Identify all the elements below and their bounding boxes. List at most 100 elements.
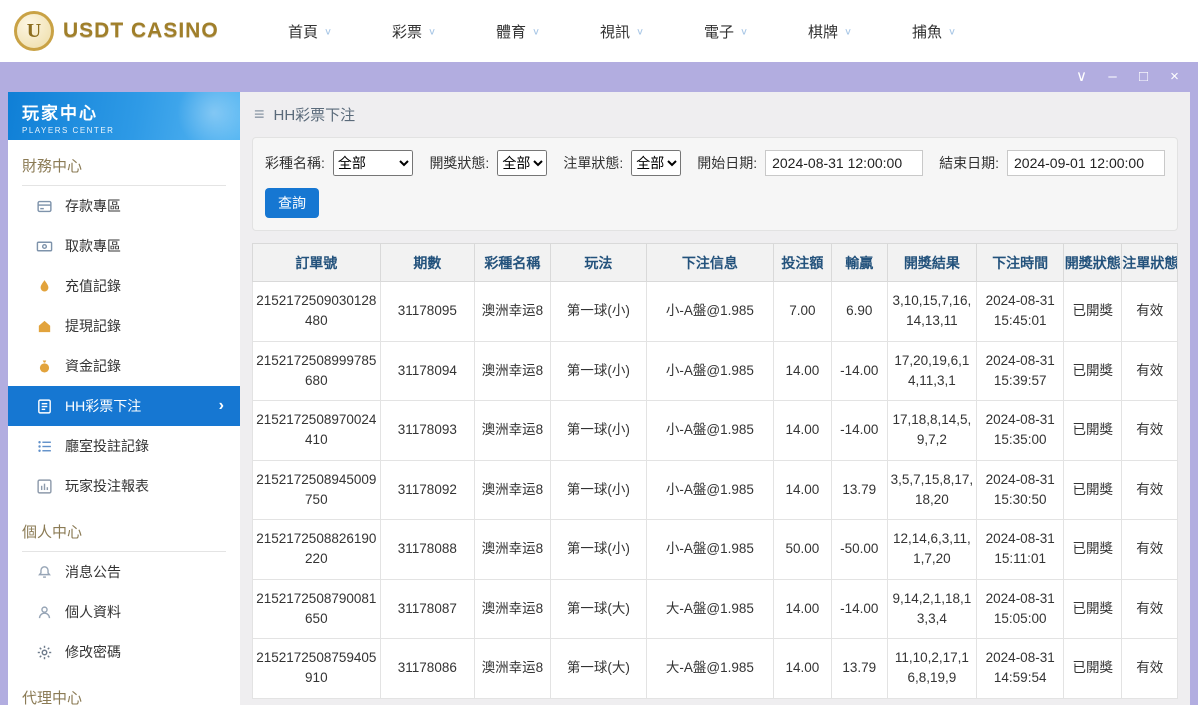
sidebar-item-change-password[interactable]: 修改密碼 [8,632,240,672]
sidebar-item-label: 消息公告 [65,564,121,580]
lottery-filter-label: 彩種名稱: [265,155,325,171]
nav-item-egames[interactable]: 電子 ∨ [674,21,778,42]
start-date-input[interactable] [765,150,924,176]
nav-item-sports[interactable]: 體育 ∨ [466,21,570,42]
column-header: 訂單號 [252,243,381,282]
nav-item-label: 捕魚 [911,23,942,41]
nav-item-home[interactable]: 首頁 ∨ [258,21,362,42]
table-cell: 已開獎 [1063,638,1123,699]
table-container: 訂單號 期數 彩種名稱 玩法 下注信息 投注額 輸贏 開獎結果 下注時間 開獎狀態 注單狀態 215… [252,243,1178,699]
nav-item-video[interactable]: 視訊 ∨ [570,21,674,42]
table-cell: 2152172508970024410 [252,400,381,461]
nav-item-label: 首頁 [287,23,318,41]
bet-status-filter-label: 注單狀態: [563,155,624,171]
nav-item-label: 電子 [703,23,734,41]
menu-toggle-icon[interactable]: ≡ [254,104,265,125]
table-cell: 有效 [1121,281,1178,342]
sidebar-item-funds-record[interactable]: 資金記錄 [8,346,240,386]
sidebar-item-deposit-zone[interactable]: 存款專區 [8,186,240,226]
table-cell: 31178087 [379,578,475,639]
table-cell: 澳洲幸运8 [473,578,551,639]
table-cell: 有效 [1121,459,1178,520]
sidebar-item-profile[interactable]: 個人資料 [8,592,240,632]
section-header-label: 代理中心 [22,687,226,705]
table-cell: 有效 [1121,400,1178,461]
sidebar-item-label: 玩家投注報表 [65,478,149,494]
chevron-down-icon: ∨ [947,26,957,37]
bets-table-body: 2152172509030128480 31178095 澳洲幸运8 第一球(小) 小-… [252,281,1178,699]
table-cell: 小-A盤@1.985 [646,459,774,520]
sidebar-item-label: 廳室投註記錄 [65,438,149,454]
nav-item-chess[interactable]: 棋牌 ∨ [778,21,882,42]
table-cell: 50.00 [772,519,833,580]
table-cell: 2024-08-31 15:30:50 [976,459,1065,520]
table-cell: 31178095 [379,281,475,342]
table-cell: 6.90 [831,281,888,342]
column-header: 輸贏 [831,243,888,282]
table-cell: 31178092 [379,459,475,520]
table-cell: 已開獎 [1063,519,1123,580]
topnav-menu: 首頁 ∨ 彩票 ∨ 體育 ∨ 視訊 ∨ 電子 ∨ 棋牌 ∨ 捕魚 ∨ [258,21,986,42]
sidebar-item-announcements[interactable]: 消息公告 [8,552,240,592]
table-cell: 31178093 [379,400,475,461]
window-titlebar: ∨ – □ × [0,62,1198,92]
table-cell: 3,10,15,7,16,14,13,11 [886,281,978,342]
search-button[interactable]: 查詢 [265,188,319,218]
sidebar-item-player-bet-report[interactable]: 玩家投注報表 [8,466,240,506]
section-header-agent: 代理中心 [8,672,240,705]
sidebar-item-withdraw-record[interactable]: 提現記錄 [8,306,240,346]
nav-item-fishing[interactable]: 捕魚 ∨ [882,21,986,42]
sidebar-menu: 財務中心存款專區取款專區充值記錄提現記錄 資金記錄 HH彩票下注 › 廳室投註記錄 玩家投… [8,140,240,705]
nav-item-label: 彩票 [391,23,422,41]
table-cell: 31178086 [379,638,475,699]
logo[interactable]: U USDT CASINO [14,11,232,51]
lottery-select[interactable]: 全部 [332,150,414,176]
table-cell: 澳洲幸运8 [473,281,551,342]
logo-icon: U [14,11,54,51]
close-button[interactable]: × [1159,62,1190,92]
sidebar: 玩家中心 PLAYERS CENTER 財務中心 存款專區 取款專區 充值記錄 提現記錄… [8,92,240,705]
table-row: 2152172508790081650 31178087 澳洲幸运8 第一球(大) 大-… [252,578,1178,639]
section-header-personal: 個人中心 [8,506,240,552]
rollup-button[interactable]: ∨ [1066,62,1097,92]
chevron-down-icon: ∨ [427,26,437,37]
column-header: 彩種名稱 [473,243,551,282]
table-cell: 第一球(小) [549,340,648,401]
section-header-finance: 財務中心 [8,140,240,186]
nav-item-lottery[interactable]: 彩票 ∨ [362,21,466,42]
minimize-button[interactable]: – [1097,62,1128,92]
table-cell: 有效 [1121,578,1178,639]
table-cell: 大-A盤@1.985 [646,578,774,639]
table-cell: 2024-08-31 15:05:00 [976,578,1065,639]
app-window: ∨ – □ × 玩家中心 PLAYERS CENTER 財務中心 存款專區 取款專區 充值記… [0,62,1198,705]
draw-status-filter-label: 開獎狀態: [429,155,490,171]
table-cell: 小-A盤@1.985 [646,281,774,342]
section-header-label: 個人中心 [22,521,226,552]
table-cell: 第一球(大) [549,578,648,639]
maximize-button[interactable]: □ [1128,62,1159,92]
table-cell: 2024-08-31 15:39:57 [976,340,1065,401]
table-cell: 2152172509030128480 [252,281,381,342]
table-cell: 有效 [1121,638,1178,699]
end-date-input[interactable] [1007,150,1165,176]
sidebar-item-hall-bet-records[interactable]: 廳室投註記錄 [8,426,240,466]
table-cell: 31178094 [379,340,475,401]
sidebar-item-withdraw-zone[interactable]: 取款專區 [8,226,240,266]
hall-icon [36,438,53,455]
table-row: 2152172508999785680 31178094 澳洲幸运8 第一球(小) 小-… [252,340,1178,401]
sidebar-item-label: 個人資料 [65,604,121,620]
column-header: 開獎結果 [886,243,978,282]
sidebar-item-label: 存款專區 [65,198,121,214]
bet-status-select[interactable]: 全部 [631,150,682,176]
end-date-label: 結束日期: [939,155,999,171]
table-cell: 2152172508826190220 [252,519,381,580]
sidebar-item-recharge-record[interactable]: 充值記錄 [8,266,240,306]
sidebar-item-label: 充值記錄 [65,278,121,294]
sidebar-item-hh-lottery-bets[interactable]: HH彩票下注 › [8,386,240,426]
table-cell: 14.00 [772,340,833,401]
table-cell: 小-A盤@1.985 [646,519,774,580]
table-cell: 11,10,2,17,16,8,19,9 [886,638,978,699]
table-cell: -14.00 [831,340,888,401]
draw-status-select[interactable]: 全部 [497,150,548,176]
table-cell: 7.00 [772,281,833,342]
